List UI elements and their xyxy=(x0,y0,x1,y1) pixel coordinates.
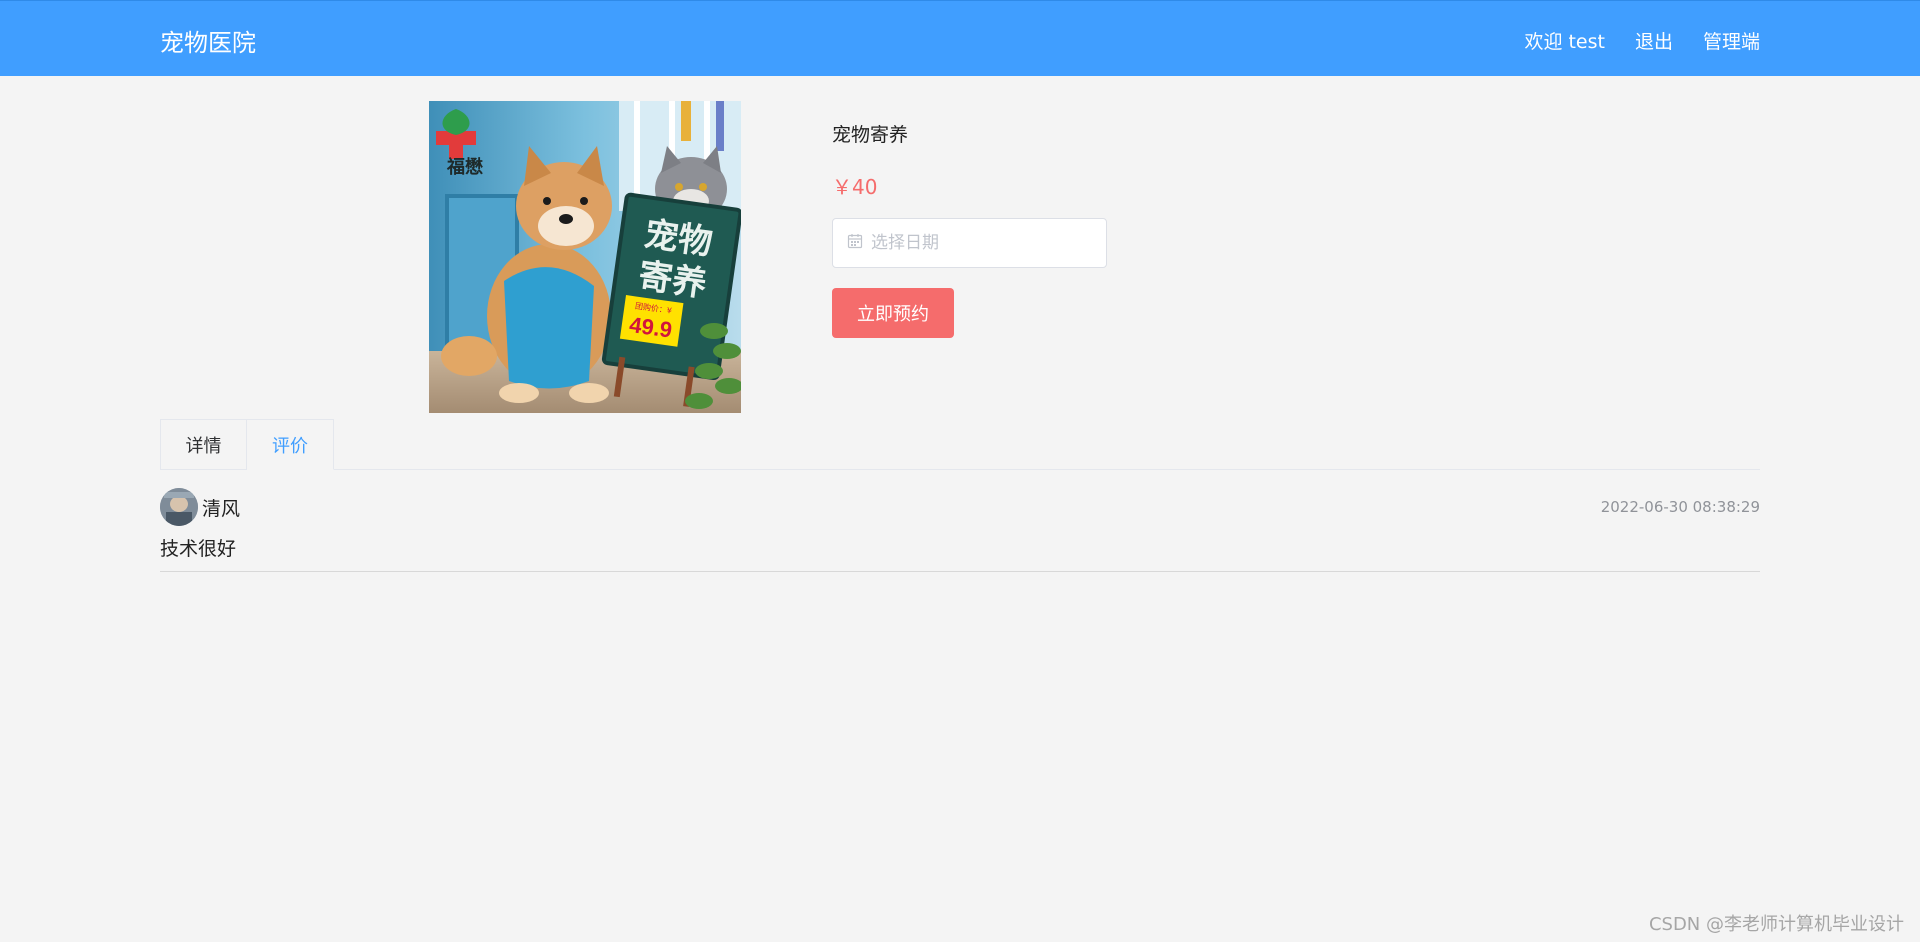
product-info: 宠物寄养 ￥40 立即预约 xyxy=(832,120,1107,338)
tab-reviews[interactable]: 评价 xyxy=(247,419,334,470)
product-photo: 福懋 宠物 寄养 团购价：¥ 49.9 xyxy=(429,101,741,413)
logo-text: 福懋 xyxy=(446,156,483,177)
book-now-button[interactable]: 立即预约 xyxy=(832,288,954,338)
product-image: 福懋 宠物 寄养 团购价：¥ 49.9 xyxy=(429,101,741,413)
avatar xyxy=(160,488,198,526)
date-input[interactable] xyxy=(871,233,1091,253)
product-price: ￥40 xyxy=(832,175,878,199)
nav-links: 欢迎 test 退出 管理端 xyxy=(1524,27,1760,54)
nav-admin[interactable]: 管理端 xyxy=(1703,27,1760,54)
tab-group: 详情 评价 xyxy=(160,419,1760,470)
review-time: 2022-06-30 08:38:29 xyxy=(1600,498,1760,516)
product-name: 宠物寄养 xyxy=(832,124,909,146)
tab-bar: 详情 评价 xyxy=(160,419,1760,470)
calendar-icon xyxy=(847,233,863,253)
date-picker[interactable] xyxy=(832,218,1107,268)
top-navbar: 宠物医院 欢迎 test 退出 管理端 xyxy=(0,0,1920,76)
nav-logout[interactable]: 退出 xyxy=(1635,27,1673,54)
review-content: 技术很好 xyxy=(160,538,237,560)
nav-welcome-user[interactable]: 欢迎 test xyxy=(1524,27,1605,54)
review-item: 清风 2022-06-30 08:38:29 技术很好 xyxy=(160,488,1760,572)
reviewer-name: 清风 xyxy=(202,497,241,520)
site-brand[interactable]: 宠物医院 xyxy=(160,23,256,58)
watermark: CSDN @李老师计算机毕业设计 xyxy=(1648,914,1904,935)
review-header: 清风 2022-06-30 08:38:29 xyxy=(160,488,1760,526)
tab-details[interactable]: 详情 xyxy=(160,419,247,470)
